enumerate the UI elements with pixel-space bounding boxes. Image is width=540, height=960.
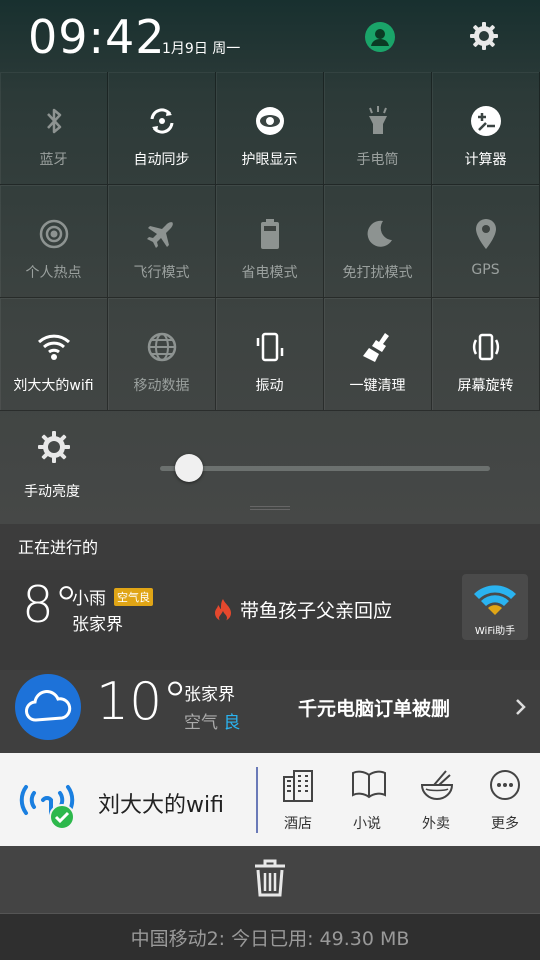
- tile-label: GPS: [471, 262, 500, 278]
- weather-city: 张家界: [184, 685, 235, 705]
- news-headline: 千元电脑订单被删: [298, 698, 451, 720]
- tile-label: 一键清理: [349, 378, 406, 394]
- vibrate-icon: [256, 332, 283, 362]
- cloud-weather-icon: [15, 674, 81, 740]
- broom-icon: [362, 333, 389, 362]
- tile-label: 省电模式: [241, 265, 298, 281]
- tile-wifi[interactable]: 刘大大的wifi: [0, 298, 108, 411]
- battery-icon: [260, 219, 279, 249]
- tile-label: 振动: [255, 378, 284, 394]
- trash-icon[interactable]: [252, 858, 288, 898]
- tile-vibrate[interactable]: 振动: [216, 298, 324, 411]
- eye-icon: [255, 107, 284, 135]
- action-label: 更多: [491, 816, 519, 832]
- tile-label: 手电筒: [356, 152, 399, 168]
- brightness-row: 手动亮度: [0, 411, 540, 524]
- carrier-usage-text: 中国移动2: 今日已用: 49.30 MB: [130, 928, 410, 950]
- tile-hotspot[interactable]: 个人热点: [0, 185, 108, 298]
- moon-icon: [367, 220, 392, 247]
- quick-settings-panel: 09:42 1月9日 周一 蓝牙 自动同步 护眼显示 手电筒 计算器 个人热点 …: [0, 0, 540, 524]
- action-label: 外卖: [422, 816, 450, 832]
- airplane-icon: [146, 222, 173, 248]
- tile-screen-rotate[interactable]: 屏幕旋转: [432, 298, 540, 411]
- weather-city: 张家界: [72, 615, 123, 635]
- weather-headline-notification[interactable]: 10° 张家界 空气 良 千元电脑订单被删: [0, 670, 540, 753]
- tile-label: 护眼显示: [241, 152, 298, 168]
- chevron-right-icon[interactable]: [514, 698, 528, 716]
- tile-label: 蓝牙: [39, 152, 68, 168]
- sync-icon: [150, 108, 173, 134]
- tile-one-key-clean[interactable]: 一键清理: [324, 298, 432, 411]
- tile-label: 计算器: [464, 152, 507, 168]
- brightness-icon[interactable]: [36, 429, 72, 465]
- news-headline: 带鱼孩子父亲回应: [240, 600, 393, 622]
- tile-label: 刘大大的wifi: [13, 378, 94, 394]
- action-label: 酒店: [284, 816, 312, 832]
- weather-condition: 小雨: [72, 589, 106, 609]
- air-quality: 空气 良: [184, 708, 240, 733]
- wifi-icon: [37, 334, 70, 360]
- air-quality-badge: 空气良: [114, 588, 153, 606]
- rotate-icon: [472, 333, 499, 361]
- section-title: 正在进行的: [18, 538, 99, 557]
- weather-news-notification[interactable]: 8° 小雨 空气良 张家界 带鱼孩子父亲回应 WiFi助手: [0, 570, 540, 670]
- wifi-assistant-label: WiFi助手: [474, 626, 516, 637]
- weather-temperature-large: 10°: [96, 672, 189, 732]
- book-icon: [352, 770, 386, 799]
- tile-bluetooth[interactable]: 蓝牙: [0, 72, 108, 185]
- brightness-slider-track[interactable]: [160, 466, 490, 471]
- location-pin-icon: [475, 219, 496, 249]
- tile-do-not-disturb[interactable]: 免打扰模式: [324, 185, 432, 298]
- wifi-assistant-icon: [474, 585, 516, 615]
- weather-temperature: 8°: [22, 576, 79, 634]
- fire-icon: [215, 599, 231, 622]
- tile-label: 免打扰模式: [342, 265, 413, 281]
- tile-label: 自动同步: [133, 152, 190, 168]
- more-icon: [490, 770, 520, 800]
- clock: 09:42: [28, 10, 166, 64]
- calculator-icon: [470, 106, 501, 136]
- action-more[interactable]: 更多: [475, 753, 535, 846]
- wifi-connected-icon[interactable]: [18, 773, 76, 831]
- toggle-grid: 蓝牙 自动同步 护眼显示 手电筒 计算器 个人热点 飞行模式 省电模式 免打扰模…: [0, 72, 540, 411]
- tile-airplane[interactable]: 飞行模式: [108, 185, 216, 298]
- panel-drag-handle[interactable]: [250, 506, 290, 510]
- tile-label: 个人热点: [25, 265, 82, 281]
- action-novel[interactable]: 小说: [337, 753, 397, 846]
- tile-power-saving[interactable]: 省电模式: [216, 185, 324, 298]
- wifi-network-name: 刘大大的wifi: [98, 793, 224, 818]
- tile-gps[interactable]: GPS: [432, 185, 540, 298]
- action-hotel[interactable]: 酒店: [268, 753, 328, 846]
- wifi-assistant-button[interactable]: WiFi助手: [462, 574, 528, 640]
- tile-eye-care[interactable]: 护眼显示: [216, 72, 324, 185]
- hotel-icon: [283, 770, 313, 802]
- hotspot-icon: [39, 219, 68, 249]
- tile-auto-sync[interactable]: 自动同步: [108, 72, 216, 185]
- tile-calculator[interactable]: 计算器: [432, 72, 540, 185]
- air-label: 空气: [184, 713, 218, 733]
- carrier-data-usage: 中国移动2: 今日已用: 49.30 MB: [0, 913, 540, 960]
- tile-label: 移动数据: [133, 378, 190, 394]
- action-label: 小说: [353, 816, 381, 832]
- tile-mobile-data[interactable]: 移动数据: [108, 298, 216, 411]
- noodle-bowl-icon: [420, 770, 454, 800]
- flashlight-icon: [368, 106, 387, 134]
- tile-label: 屏幕旋转: [457, 378, 514, 394]
- clear-notifications-bar: [0, 846, 540, 913]
- status-header: 09:42 1月9日 周一: [0, 0, 540, 72]
- ongoing-notifications: 正在进行的 8° 小雨 空气良 张家界 带鱼孩子父亲回应 WiFi助手 10° …: [0, 524, 540, 753]
- action-takeout[interactable]: 外卖: [406, 753, 466, 846]
- divider: [256, 767, 258, 833]
- date: 1月9日 周一: [162, 41, 241, 57]
- air-value: 良: [223, 713, 241, 733]
- wifi-connection-card: 刘大大的wifi 酒店 小说 外卖 更多: [0, 753, 540, 846]
- settings-gear-icon[interactable]: [468, 20, 500, 52]
- user-avatar-icon[interactable]: [365, 22, 395, 52]
- tile-flashlight[interactable]: 手电筒: [324, 72, 432, 185]
- brightness-slider-thumb[interactable]: [175, 454, 204, 482]
- brightness-label: 手动亮度: [24, 484, 80, 500]
- tile-label: 飞行模式: [133, 265, 190, 281]
- globe-icon: [147, 332, 176, 362]
- bluetooth-icon: [46, 108, 61, 134]
